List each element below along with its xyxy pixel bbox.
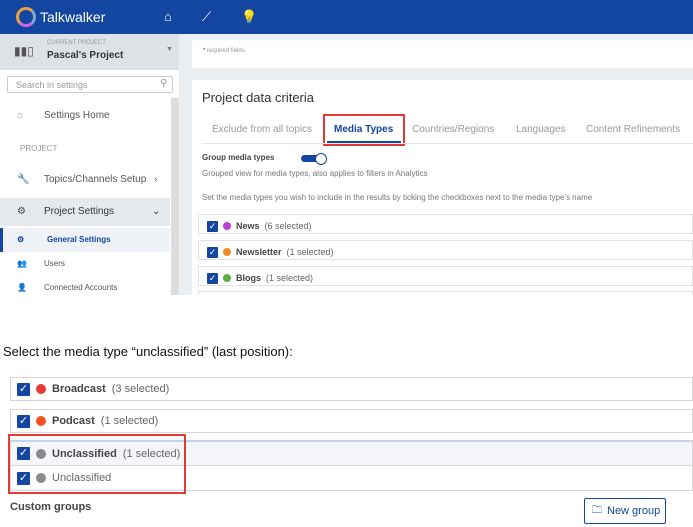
label: General Settings — [47, 235, 111, 244]
new-group-button[interactable]: 🗀 New group — [584, 498, 666, 524]
media-name: Blogs — [236, 273, 262, 283]
blogs-color-dot-icon — [223, 274, 231, 282]
media-row-newsletter[interactable]: ✓ Newsletter (1 selected) — [198, 240, 693, 260]
chevron-down-icon: ⌄ — [152, 206, 161, 217]
instructions-text: Set the media types you wish to include … — [202, 193, 593, 202]
checkbox-checked-icon[interactable]: ✓ — [17, 382, 30, 396]
accounts-icon: 👤 — [17, 283, 27, 292]
page-title: Project data criteria — [202, 90, 314, 105]
label: Project Settings — [44, 206, 115, 217]
folder-plus-icon: 🗀 — [592, 504, 602, 516]
broadcast-color-dot-icon — [36, 384, 46, 394]
tab-exclude[interactable]: Exclude from all topics — [212, 124, 312, 135]
sidebar-item-connected-accounts[interactable]: 👤 Connected Accounts — [0, 283, 170, 292]
newsletter-color-dot-icon — [223, 248, 231, 256]
instruction-caption: Select the media type “unclassified” (la… — [3, 344, 293, 359]
sidebar-item-topics[interactable]: 🔧 Topics/Channels Setup › — [0, 174, 170, 185]
news-color-dot-icon — [223, 222, 231, 230]
home-icon: ⌂ — [17, 110, 24, 121]
sidebar-item-project-settings[interactable]: ⚙ Project Settings ⌄ — [0, 198, 170, 226]
current-project-label: CURRENT PROJECT — [47, 40, 106, 46]
checkbox-checked-icon[interactable]: ✓ — [207, 220, 218, 232]
analytics-icon[interactable]: ⟋ — [202, 9, 211, 25]
media-row-podcast[interactable]: ✓ Podcast (1 selected) — [10, 409, 693, 433]
brand-name: Talkwalker — [40, 9, 106, 25]
checkbox-checked-icon[interactable]: ✓ — [207, 246, 218, 258]
group-media-description: Grouped view for media types, also appli… — [202, 169, 428, 178]
top-navbar: Talkwalker ⌂ ⟋ 💡 — [0, 0, 693, 34]
label: Connected Accounts — [44, 283, 118, 292]
wrench-icon: 🔧 — [17, 174, 30, 185]
highlight-box — [8, 434, 186, 494]
lightbulb-icon[interactable]: 💡 — [241, 9, 257, 25]
project-books-icon: ▮▮▯ — [14, 44, 34, 58]
tab-languages[interactable]: Languages — [516, 124, 566, 135]
podcast-color-dot-icon — [36, 416, 46, 426]
group-media-toggle[interactable] — [301, 153, 327, 165]
sidebar-item-general-settings[interactable]: ⚙ General Settings — [0, 228, 170, 252]
talkwalker-logo-icon — [16, 7, 36, 27]
media-count: (1 selected) — [100, 415, 159, 427]
sidebar-scrollbar[interactable] — [171, 98, 179, 295]
tab-content-refinements[interactable]: Content Refinements — [586, 124, 680, 135]
required-note: required fields — [207, 48, 245, 54]
settings-search-input[interactable]: Search in settings — [7, 76, 173, 93]
project-name: Pascal's Project — [47, 50, 124, 61]
media-row-broadcast[interactable]: ✓ Broadcast (3 selected) — [10, 377, 693, 401]
label: Topics/Channels Setup — [44, 174, 147, 185]
criteria-card — [192, 80, 693, 295]
tab-countries[interactable]: Countries/Regions — [412, 124, 494, 135]
label: Settings Home — [44, 110, 110, 121]
chevron-right-icon: › — [154, 174, 158, 185]
media-name: Broadcast — [52, 383, 106, 395]
media-row-blogs[interactable]: ✓ Blogs (1 selected) — [198, 266, 693, 286]
checkbox-checked-icon[interactable]: ✓ — [17, 414, 30, 428]
checkbox-checked-icon[interactable]: ✓ — [207, 272, 218, 284]
tab-divider — [202, 143, 693, 144]
users-icon: 👥 — [17, 259, 27, 268]
media-name: Newsletter — [236, 247, 282, 257]
media-name: Podcast — [52, 415, 95, 427]
sidebar — [0, 34, 179, 295]
media-count: (1 selected) — [266, 273, 314, 283]
home-icon[interactable]: ⌂ — [164, 9, 172, 24]
sidebar-item-settings-home[interactable]: ⌂ Settings Home — [0, 110, 170, 121]
sidebar-item-users[interactable]: 👥 Users — [0, 259, 170, 268]
search-icon: ⚲ — [160, 78, 168, 89]
media-count: (3 selected) — [111, 383, 170, 395]
required-card: * required fields — [192, 40, 693, 68]
group-media-label: Group media types — [202, 153, 275, 162]
media-count: (1 selected) — [286, 247, 334, 257]
sidebar-section-project: PROJECT — [20, 144, 58, 153]
media-row-partial — [198, 291, 693, 295]
media-count: (6 selected) — [264, 221, 312, 231]
gear-icon: ⚙ — [17, 206, 26, 217]
gear-icon: ⚙ — [17, 235, 25, 244]
highlight-box — [323, 114, 405, 146]
project-selector[interactable]: ▮▮▯ CURRENT PROJECT Pascal's Project ▼ — [0, 34, 179, 70]
label: Users — [44, 259, 65, 268]
settings-screenshot: Talkwalker ⌂ ⟋ 💡 ▮▮▯ CURRENT PROJECT Pas… — [0, 0, 693, 295]
new-group-label: New group — [607, 505, 661, 517]
media-name: News — [236, 221, 260, 231]
media-row-news[interactable]: ✓ News (6 selected) — [198, 214, 693, 234]
chevron-down-icon: ▼ — [166, 46, 173, 53]
custom-groups-heading: Custom groups — [10, 501, 92, 513]
